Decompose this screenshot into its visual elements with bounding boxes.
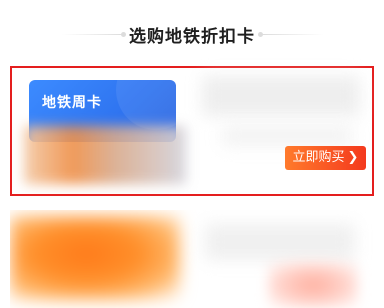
product-card-2[interactable] [10,210,374,308]
chevron-right-icon: ❯ [347,150,359,165]
section-title: 选购地铁折扣卡 [129,27,255,47]
blurred-title [202,76,360,116]
blurred-photo [24,126,186,184]
title-divider-right [262,34,324,35]
buy-now-button[interactable]: 立即购买 ❯ [285,146,366,170]
buy-now-label: 立即购买 [292,150,345,165]
blurred-title [205,224,355,260]
product-card-weekly[interactable]: 地铁周卡 立即购买 ❯ [10,66,374,196]
section-header: 选购地铁折扣卡 [0,0,384,56]
blurred-card-image [10,216,180,300]
blurred-subtitle [222,126,352,146]
blurred-button [268,262,358,308]
card-image-decoration [116,80,176,130]
card-image-label: 地铁周卡 [42,95,102,111]
